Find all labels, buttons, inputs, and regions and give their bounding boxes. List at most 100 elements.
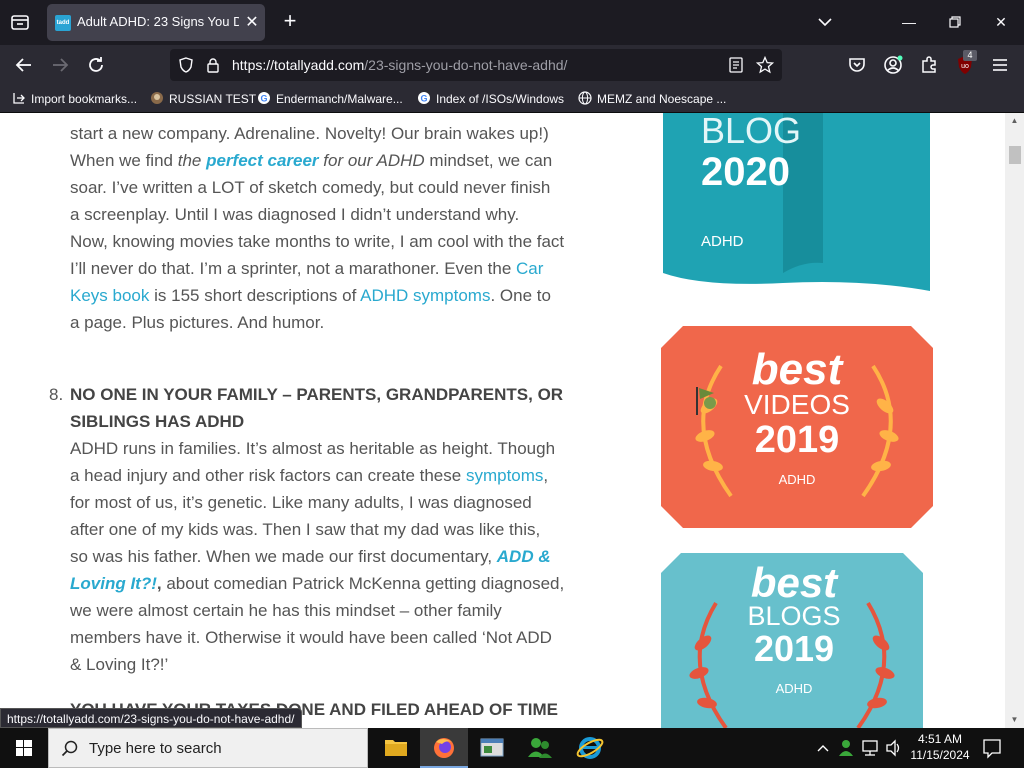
clock-date: 11/15/2024 bbox=[910, 748, 970, 762]
cursor-pet-icon bbox=[696, 387, 716, 415]
scroll-thumb[interactable] bbox=[1009, 146, 1021, 164]
tab-title: Adult ADHD: 23 Signs You Do Not Have ADH… bbox=[77, 14, 239, 29]
paragraph-line: soar. I’ve written a LOT of sketch comed… bbox=[70, 178, 551, 197]
award-text: best bbox=[752, 345, 845, 394]
account-button[interactable] bbox=[881, 53, 905, 77]
app-menu-button[interactable] bbox=[988, 53, 1012, 77]
firefox-taskbar-button[interactable] bbox=[420, 728, 468, 768]
arrow-right-icon bbox=[53, 58, 69, 72]
pocket-button[interactable] bbox=[845, 53, 869, 77]
active-tab[interactable]: tadd Adult ADHD: 23 Signs You Do Not Hav… bbox=[47, 4, 265, 41]
bookmark-star-icon[interactable] bbox=[756, 56, 774, 74]
tab-list-button[interactable] bbox=[8, 10, 32, 34]
url-text[interactable]: https://totallyadd.com/23-signs-you-do-n… bbox=[232, 57, 567, 73]
google-icon: G bbox=[258, 92, 270, 104]
symptoms-link[interactable]: symptoms bbox=[466, 466, 543, 485]
award-text: BLOGS bbox=[747, 601, 840, 631]
account-icon bbox=[884, 55, 903, 74]
notification-icon bbox=[983, 739, 1001, 759]
restore-button[interactable] bbox=[932, 0, 978, 45]
paragraph-line: so was his father. When we made our firs… bbox=[70, 543, 551, 570]
network-icon bbox=[862, 740, 878, 756]
heading-text: NO ONE IN YOUR FAMILY – PARENTS, GRANDPA… bbox=[70, 385, 564, 404]
tab-close-icon[interactable]: ✕ bbox=[243, 14, 261, 32]
people-app-taskbar-button[interactable] bbox=[516, 728, 564, 768]
text: is 155 short descriptions of bbox=[149, 286, 361, 305]
internet-explorer-taskbar-button[interactable] bbox=[566, 728, 614, 768]
chevron-up-icon bbox=[817, 745, 829, 752]
add-loving-it-link[interactable]: ADD & bbox=[497, 547, 551, 566]
adhd-symptoms-link[interactable]: ADHD symptoms bbox=[360, 286, 490, 305]
windows-logo-icon bbox=[16, 740, 32, 756]
bookmark-label: RUSSIAN TEST bbox=[169, 92, 257, 106]
notifications-button[interactable] bbox=[980, 728, 1004, 768]
new-tab-button[interactable]: + bbox=[278, 10, 302, 34]
bookmark-import[interactable]: Import bookmarks... bbox=[12, 90, 137, 108]
list-item-heading: SIBLINGS HAS ADHD bbox=[70, 412, 245, 431]
text: , bbox=[543, 466, 549, 485]
file-explorer-taskbar-button[interactable] bbox=[372, 728, 420, 768]
network-button[interactable] bbox=[860, 728, 882, 768]
puzzle-icon bbox=[922, 56, 936, 73]
taskbar-search-box[interactable]: Type here to search bbox=[48, 728, 368, 768]
car-keys-book-link[interactable]: Keys book bbox=[70, 286, 149, 305]
blog-award-graphic: BLOG 2020 ADHD bbox=[663, 113, 930, 291]
paragraph-line: a page. Plus pictures. And humor. bbox=[70, 313, 325, 332]
extensions-button[interactable] bbox=[917, 53, 941, 77]
bookmark-memz[interactable]: MEMZ and Noescape ... bbox=[578, 90, 726, 108]
tab-bar: tadd Adult ADHD: 23 Signs You Do Not Hav… bbox=[0, 0, 1024, 45]
hamburger-menu-icon bbox=[993, 59, 1007, 71]
link-status-url: https://totallyadd.com/23-signs-you-do-n… bbox=[0, 708, 302, 728]
extension-badge: 4 bbox=[963, 50, 977, 61]
internet-explorer-icon bbox=[576, 737, 604, 759]
folder-icon bbox=[385, 740, 407, 756]
best-blogs-2019-award-image[interactable]: best BLOGS 2019 ADHD bbox=[661, 553, 923, 728]
best-videos-2019-award-image[interactable]: best VIDEOS 2019 ADHD bbox=[661, 326, 933, 528]
vertical-scrollbar[interactable]: ▲ ▼ bbox=[1005, 113, 1024, 728]
forward-button[interactable] bbox=[48, 53, 72, 77]
svg-text:G: G bbox=[260, 94, 267, 104]
videos-award-graphic: best VIDEOS 2019 ADHD bbox=[661, 326, 933, 528]
text: about comedian Patrick McKenna getting d… bbox=[161, 574, 565, 593]
search-icon bbox=[61, 740, 78, 757]
tracking-shield-icon[interactable] bbox=[178, 57, 194, 73]
paragraph-line: Keys book is 155 short descriptions of A… bbox=[70, 282, 551, 309]
perfect-career-link[interactable]: perfect career bbox=[206, 151, 318, 170]
reader-view-icon[interactable] bbox=[728, 57, 744, 73]
close-window-button[interactable]: ✕ bbox=[978, 0, 1024, 45]
speaker-icon bbox=[886, 739, 900, 757]
back-button[interactable] bbox=[12, 53, 36, 77]
volume-button[interactable] bbox=[884, 728, 904, 768]
text: When we find bbox=[70, 151, 178, 170]
bookmark-label: Import bookmarks... bbox=[31, 92, 138, 106]
award-text: VIDEOS bbox=[744, 389, 850, 420]
blog-2020-award-image[interactable]: BLOG 2020 ADHD bbox=[663, 113, 931, 293]
blogs-award-graphic: best BLOGS 2019 ADHD bbox=[661, 553, 923, 728]
text: a head injury and other risk factors can… bbox=[70, 466, 466, 485]
address-bar[interactable]: https://totallyadd.com/23-signs-you-do-n… bbox=[170, 49, 782, 81]
url-path: /23-signs-you-do-not-have-adhd/ bbox=[364, 57, 568, 73]
bookmark-russian-test[interactable]: RUSSIAN TEST bbox=[150, 90, 256, 108]
list-number: 8. bbox=[49, 385, 64, 404]
lock-icon[interactable] bbox=[206, 57, 220, 73]
bookmark-index-isos[interactable]: G Index of /ISOs/Windows bbox=[417, 90, 564, 108]
minimize-button[interactable]: — bbox=[886, 0, 932, 45]
start-button[interactable] bbox=[0, 728, 48, 768]
text: I’ll never do that. I’m a sprinter, not … bbox=[70, 259, 517, 278]
show-hidden-icons-button[interactable] bbox=[814, 728, 832, 768]
system-clock[interactable]: 4:51 AM 11/15/2024 bbox=[905, 731, 975, 763]
car-keys-link[interactable]: Car bbox=[516, 259, 543, 278]
list-item-heading: 8. NO ONE IN YOUR FAMILY – PARENTS, GRAND… bbox=[49, 381, 564, 408]
add-loving-it-link[interactable]: Loving It?! bbox=[70, 574, 157, 593]
paragraph-line: we were almost certain he has this minds… bbox=[70, 601, 502, 620]
paragraph-line: I’ll never do that. I’m a sprinter, not … bbox=[70, 255, 543, 282]
tray-app-button[interactable] bbox=[836, 728, 856, 768]
site-favicon-icon: tadd bbox=[55, 15, 71, 31]
svg-text:uo: uo bbox=[961, 63, 969, 70]
list-all-tabs-button[interactable] bbox=[815, 12, 835, 32]
reload-button[interactable] bbox=[84, 53, 108, 77]
bookmark-endermanch[interactable]: G Endermanch/Malware... bbox=[257, 90, 403, 108]
control-panel-taskbar-button[interactable] bbox=[468, 728, 516, 768]
scroll-up-arrow-icon[interactable]: ▲ bbox=[1005, 113, 1024, 129]
scroll-down-arrow-icon[interactable]: ▼ bbox=[1005, 712, 1024, 728]
